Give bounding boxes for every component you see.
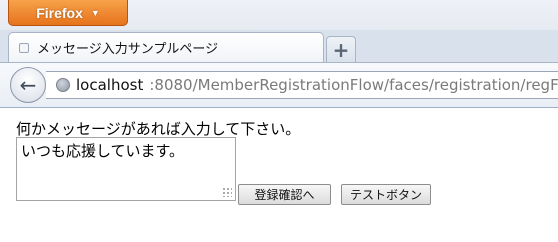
back-button[interactable]: ← xyxy=(10,67,46,103)
url-host: localhost xyxy=(76,76,144,94)
navigation-toolbar: localhost :8080/MemberRegistrationFlow/fa… xyxy=(0,62,558,108)
resize-grip-icon[interactable] xyxy=(222,187,232,197)
url-bar[interactable]: localhost :8080/MemberRegistrationFlow/fa… xyxy=(46,71,558,99)
dropdown-caret-icon: ▼ xyxy=(90,7,100,18)
tab-strip: メッセージ入力サンプルページ + xyxy=(0,30,558,62)
globe-icon xyxy=(56,78,70,92)
back-arrow-icon: ← xyxy=(19,73,37,97)
page-content: 何かメッセージがあれば入力して下さい。 いつも応援しています。 登録確認へ テス… xyxy=(0,108,558,242)
firefox-menu-button[interactable]: Firefox ▼ xyxy=(8,0,128,26)
url-path: :8080/MemberRegistrationFlow/faces/regis… xyxy=(149,76,558,94)
tab-title: メッセージ入力サンプルページ xyxy=(37,42,219,57)
new-tab-button[interactable]: + xyxy=(326,36,356,62)
firefox-menu-label: Firefox xyxy=(36,4,83,21)
message-prompt: 何かメッセージがあれば入力して下さい。 xyxy=(16,120,301,138)
browser-titlebar: Firefox ▼ xyxy=(0,0,558,30)
plus-icon: + xyxy=(332,37,350,62)
tab-message-input-sample[interactable]: メッセージ入力サンプルページ xyxy=(8,32,324,62)
message-textarea[interactable]: いつも応援しています。 xyxy=(16,137,236,201)
test-button[interactable]: テストボタン xyxy=(341,184,431,205)
page-icon xyxy=(19,42,29,53)
confirm-registration-button[interactable]: 登録確認へ xyxy=(238,184,331,205)
